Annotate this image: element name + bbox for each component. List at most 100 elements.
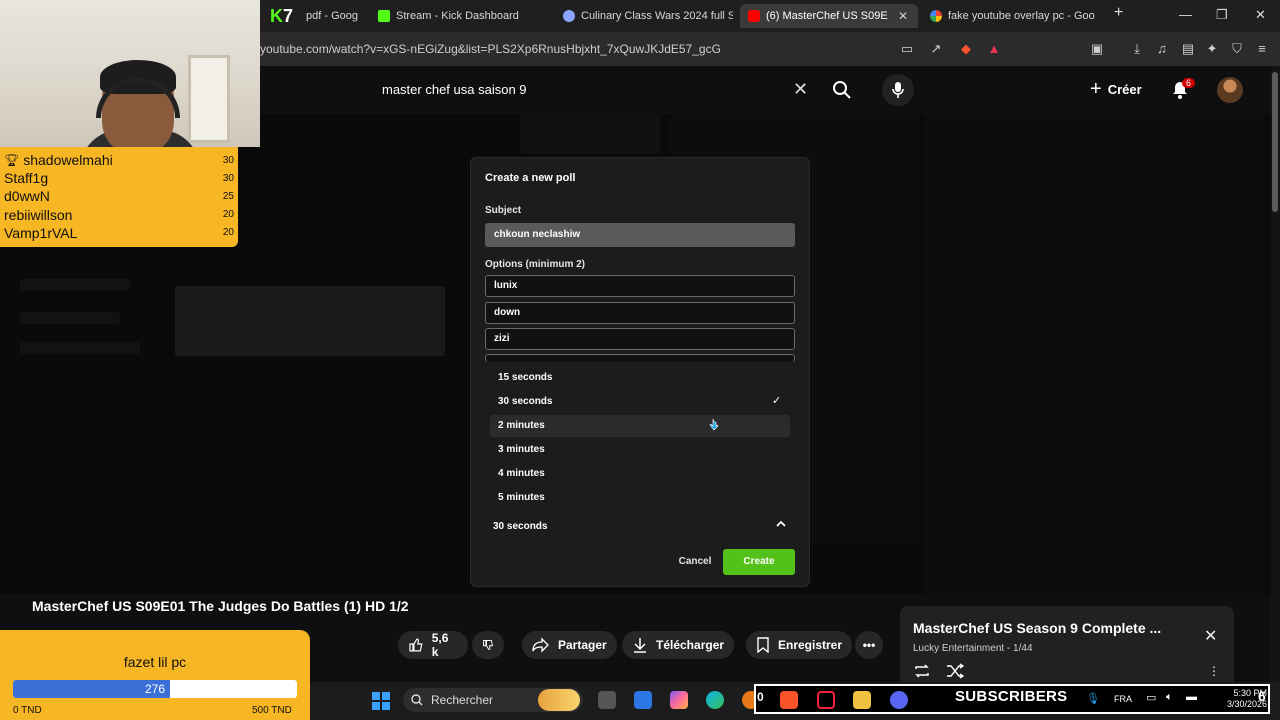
more-dots-icon: ••• xyxy=(862,638,876,652)
maximize-icon[interactable]: ❐ xyxy=(1216,7,1228,23)
download-arrow-icon xyxy=(634,638,646,653)
playlist-more-icon[interactable]: ⋮ xyxy=(1208,664,1220,678)
poll-option-field-partial[interactable] xyxy=(485,354,795,362)
scrollbar-thumb[interactable] xyxy=(1272,72,1278,212)
kick-favicon-icon xyxy=(378,10,390,22)
tab-label: fake youtube overlay pc - Goog xyxy=(948,10,1095,22)
loop-icon[interactable] xyxy=(913,663,931,684)
leaderboard-name: shadowelmahi xyxy=(23,152,113,169)
tab-google-search[interactable]: fake youtube overlay pc - Goog xyxy=(930,4,1095,28)
youtube-favicon-icon xyxy=(748,10,760,22)
tab-label: (6) MasterChef US S09E01 T xyxy=(766,10,888,22)
search-highlight-image xyxy=(538,689,580,711)
duration-option[interactable]: 3 minutes xyxy=(490,439,790,461)
voice-search-button[interactable] xyxy=(882,74,914,106)
cancel-button[interactable]: Cancel xyxy=(673,551,717,573)
app-icon[interactable] xyxy=(634,691,652,709)
goal-min-label: 0 TND xyxy=(13,705,42,716)
vpn-icon[interactable]: ⛉ xyxy=(1229,41,1245,57)
ai-icon[interactable]: ✦ xyxy=(1204,41,1220,57)
screen-cast-icon[interactable]: ▭ xyxy=(899,41,915,57)
kick-leaderboard: 🏆︎ shadowelmahi 30 Staff1g 30 d0wwN 25 re… xyxy=(0,147,238,247)
playlist-title[interactable]: MasterChef US Season 9 Complete ... xyxy=(913,620,1178,636)
tab-partial-label: pdf - Googl xyxy=(306,10,358,22)
close-tab-icon[interactable]: ✕ xyxy=(898,9,908,23)
clear-search-icon[interactable]: ✕ xyxy=(793,79,808,100)
url-text[interactable]: youtube.com/watch?v=xGS-nEGiZug&list=PLS… xyxy=(260,42,721,56)
brave-rewards-icon[interactable]: ▲ xyxy=(986,41,1002,57)
modal-title: Create a new poll xyxy=(485,172,576,184)
task-view-icon[interactable] xyxy=(598,691,616,709)
network-icon[interactable]: ▭ xyxy=(1146,691,1156,704)
brave-taskbar-icon[interactable] xyxy=(780,691,798,709)
share-page-icon[interactable]: ↗ xyxy=(928,41,944,57)
kick-logo-letter: K xyxy=(270,6,283,26)
options-label: Options (minimum 2) xyxy=(485,259,585,270)
share-button[interactable]: Partager xyxy=(522,631,617,659)
download-button[interactable]: Télécharger xyxy=(622,631,735,659)
duration-option[interactable]: 15 seconds xyxy=(490,367,790,389)
brave-shield-icon[interactable]: ◆ xyxy=(958,41,974,57)
poll-option-field[interactable]: lunix xyxy=(485,275,795,297)
webcam-feed xyxy=(0,0,260,147)
duration-option-hovered[interactable]: 2 minutes xyxy=(490,415,790,437)
mouse-cursor-icon xyxy=(708,418,720,432)
folder-icon[interactable] xyxy=(853,691,871,709)
menu-icon[interactable]: ≡ xyxy=(1254,41,1270,57)
tab-culinary[interactable]: Culinary Class Wars 2024 full Se xyxy=(563,4,733,28)
search-icon[interactable] xyxy=(832,80,852,105)
mic-tray-icon[interactable]: 🎙︎ xyxy=(1086,692,1100,705)
leaderboard-score: 20 xyxy=(222,209,234,221)
battery-icon[interactable]: ▬ xyxy=(1186,691,1197,703)
poll-option-field[interactable]: down xyxy=(485,302,795,324)
shuffle-icon[interactable] xyxy=(946,663,965,684)
leaderboard-score: 30 xyxy=(222,154,234,166)
duration-option-selected[interactable]: 30 seconds xyxy=(490,391,790,413)
leaderboard-score: 20 xyxy=(222,227,234,239)
discord-icon[interactable] xyxy=(890,691,908,709)
duration-option[interactable]: 4 minutes xyxy=(490,463,790,485)
duration-option[interactable]: 5 minutes xyxy=(490,487,790,509)
download-label: Télécharger xyxy=(656,638,725,652)
create-button[interactable]: + Créer xyxy=(1090,78,1142,101)
leaderboard-score: 25 xyxy=(222,190,234,202)
music-icon[interactable]: ♫ xyxy=(1154,41,1170,57)
windows-start-icon[interactable] xyxy=(371,691,391,716)
create-label: Créer xyxy=(1107,82,1142,97)
account-avatar[interactable] xyxy=(1217,77,1243,103)
close-playlist-icon[interactable]: ✕ xyxy=(1204,626,1217,646)
download-icon[interactable]: ⤓ xyxy=(1129,41,1145,57)
sidebar-icon[interactable]: ▣ xyxy=(1089,41,1105,57)
volume-icon[interactable]: 🔈︎ xyxy=(1166,691,1173,704)
thumbs-up-icon xyxy=(409,638,423,652)
language-indicator[interactable]: FRA xyxy=(1114,694,1132,704)
dislike-button[interactable] xyxy=(472,631,504,659)
window-icon[interactable]: ▤ xyxy=(1180,41,1196,57)
more-actions-button[interactable]: ••• xyxy=(855,631,883,659)
search-query[interactable]: master chef usa saison 9 xyxy=(382,82,527,97)
edge-icon[interactable] xyxy=(706,691,724,709)
taskbar-search-label: Rechercher xyxy=(431,693,494,707)
create-poll-button[interactable]: Create xyxy=(723,549,795,575)
leaderboard-score: 30 xyxy=(222,172,234,184)
minimize-icon[interactable]: — xyxy=(1179,7,1192,22)
recording-icon[interactable] xyxy=(817,691,835,709)
save-button[interactable]: Enregistrer xyxy=(746,631,853,659)
subscribers-label: SUBSCRIBERS xyxy=(955,688,1068,705)
plus-icon: + xyxy=(1090,78,1102,100)
like-button[interactable]: 5,6 k xyxy=(398,631,468,659)
subject-field[interactable]: chkoun neclashiw xyxy=(485,223,795,247)
tab-kick-dashboard[interactable]: Stream - Kick Dashboard xyxy=(378,4,550,28)
goal-max-label: 500 TND xyxy=(252,705,292,716)
leaderboard-name: rebiiwillson xyxy=(4,206,73,223)
new-tab-icon[interactable]: + xyxy=(1114,4,1123,22)
tab-label: Stream - Kick Dashboard xyxy=(396,10,519,22)
tab-youtube-active[interactable]: (6) MasterChef US S09E01 T ✕ xyxy=(740,4,918,28)
notification-count-badge: 6 xyxy=(1182,78,1196,88)
video-title: MasterChef US S09E01 The Judges Do Battl… xyxy=(32,598,409,614)
poll-option-field[interactable]: zizi xyxy=(485,328,795,350)
save-label: Enregistrer xyxy=(778,638,843,652)
close-window-icon[interactable]: ✕ xyxy=(1255,7,1266,23)
subscribers-right-count: 6 xyxy=(1258,688,1266,704)
copilot-icon[interactable] xyxy=(670,691,688,709)
